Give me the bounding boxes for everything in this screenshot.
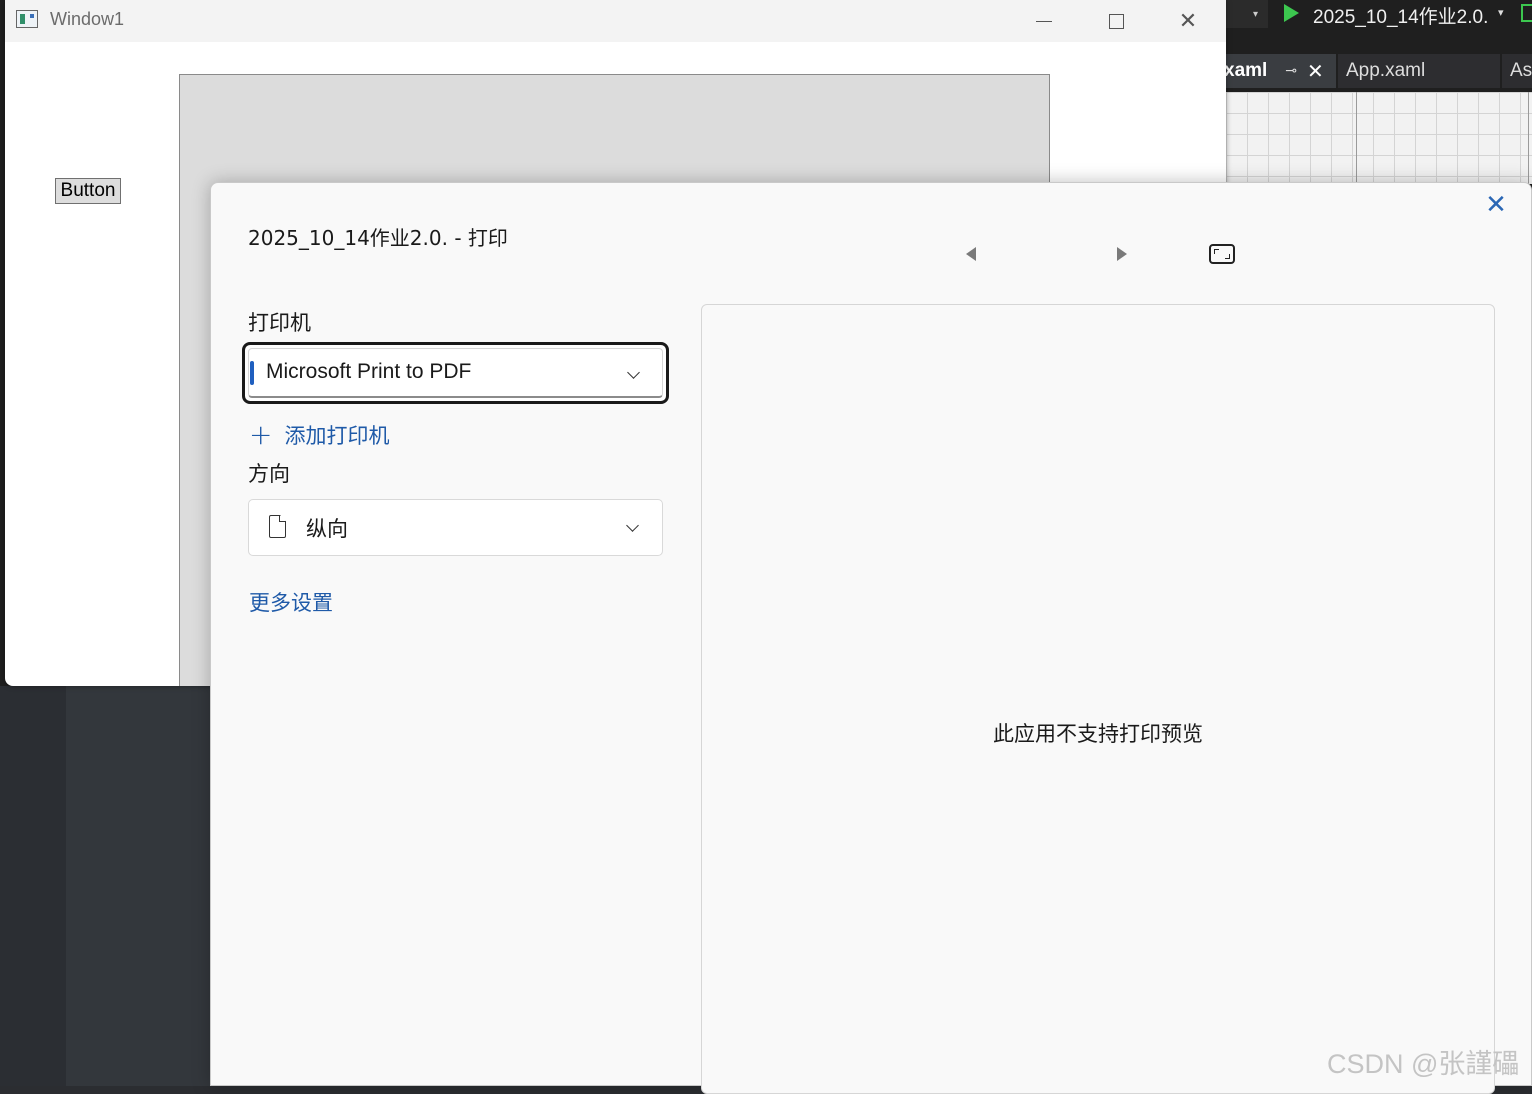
ide-panel	[66, 686, 211, 1086]
tab-label: As	[1510, 60, 1532, 81]
watermark: CSDN @张謹礧	[1327, 1049, 1520, 1079]
tab-app-xaml[interactable]: App.xaml	[1338, 54, 1500, 88]
orientation-label: 方向	[248, 462, 290, 486]
tab-active-xaml[interactable]: xaml ⊸ ✕	[1224, 54, 1336, 88]
chevron-down-icon: ▾	[1252, 8, 1258, 20]
close-icon[interactable]: ✕	[1484, 192, 1508, 218]
add-printer-link[interactable]: + 添加打印机	[249, 420, 389, 450]
more-settings-link[interactable]: 更多设置	[249, 587, 333, 617]
window1-titlebar[interactable]: Window1 ✕	[5, 0, 1226, 42]
chevron-down-icon[interactable]: ▾	[1498, 6, 1504, 19]
previous-page-icon[interactable]	[966, 247, 976, 261]
printer-select[interactable]: Microsoft Print to PDF	[242, 342, 669, 404]
plus-icon: +	[249, 418, 273, 451]
start-without-debug-icon[interactable]	[1521, 4, 1532, 22]
pin-icon[interactable]: ⊸	[1285, 63, 1297, 79]
fit-to-window-icon[interactable]	[1209, 244, 1235, 264]
minimize-icon	[1036, 20, 1052, 22]
wpf-button[interactable]: Button	[55, 178, 121, 204]
tab-label: xaml	[1224, 60, 1268, 81]
orientation-value: 纵向	[306, 517, 348, 541]
maximize-button[interactable]	[1081, 0, 1151, 42]
tab-label: App.xaml	[1346, 60, 1426, 81]
app-icon	[16, 10, 38, 28]
add-printer-label: 添加打印机	[284, 424, 390, 448]
config-dropdown[interactable]: ▾	[1226, 0, 1268, 28]
maximize-icon	[1108, 13, 1124, 29]
orientation-select[interactable]: 纵向	[248, 499, 663, 556]
close-icon: ✕	[1178, 8, 1198, 34]
printer-value: Microsoft Print to PDF	[266, 360, 472, 383]
tab-truncated[interactable]: As	[1502, 54, 1532, 88]
dialog-title: 2025_10_14作业2.0. - 打印	[248, 226, 508, 250]
next-page-icon[interactable]	[1117, 247, 1127, 261]
close-icon[interactable]: ✕	[1307, 59, 1324, 83]
focus-accent	[250, 361, 254, 385]
start-debug-icon[interactable]	[1284, 4, 1299, 22]
preview-message: 此应用不支持打印预览	[993, 722, 1203, 746]
page-fold	[279, 515, 286, 522]
designer-guide-line	[1356, 92, 1357, 184]
minimize-button[interactable]	[1009, 0, 1079, 42]
print-preview-pane: 此应用不支持打印预览	[701, 304, 1495, 1094]
designer-guide-line	[1528, 92, 1529, 184]
xaml-designer-grid	[1226, 92, 1532, 184]
startup-project-label[interactable]: 2025_10_14作业2.0.	[1313, 2, 1488, 29]
close-button[interactable]: ✕	[1153, 0, 1223, 42]
window-title: Window1	[50, 9, 125, 29]
printer-label: 打印机	[248, 311, 311, 335]
chevron-down-icon	[626, 519, 639, 532]
